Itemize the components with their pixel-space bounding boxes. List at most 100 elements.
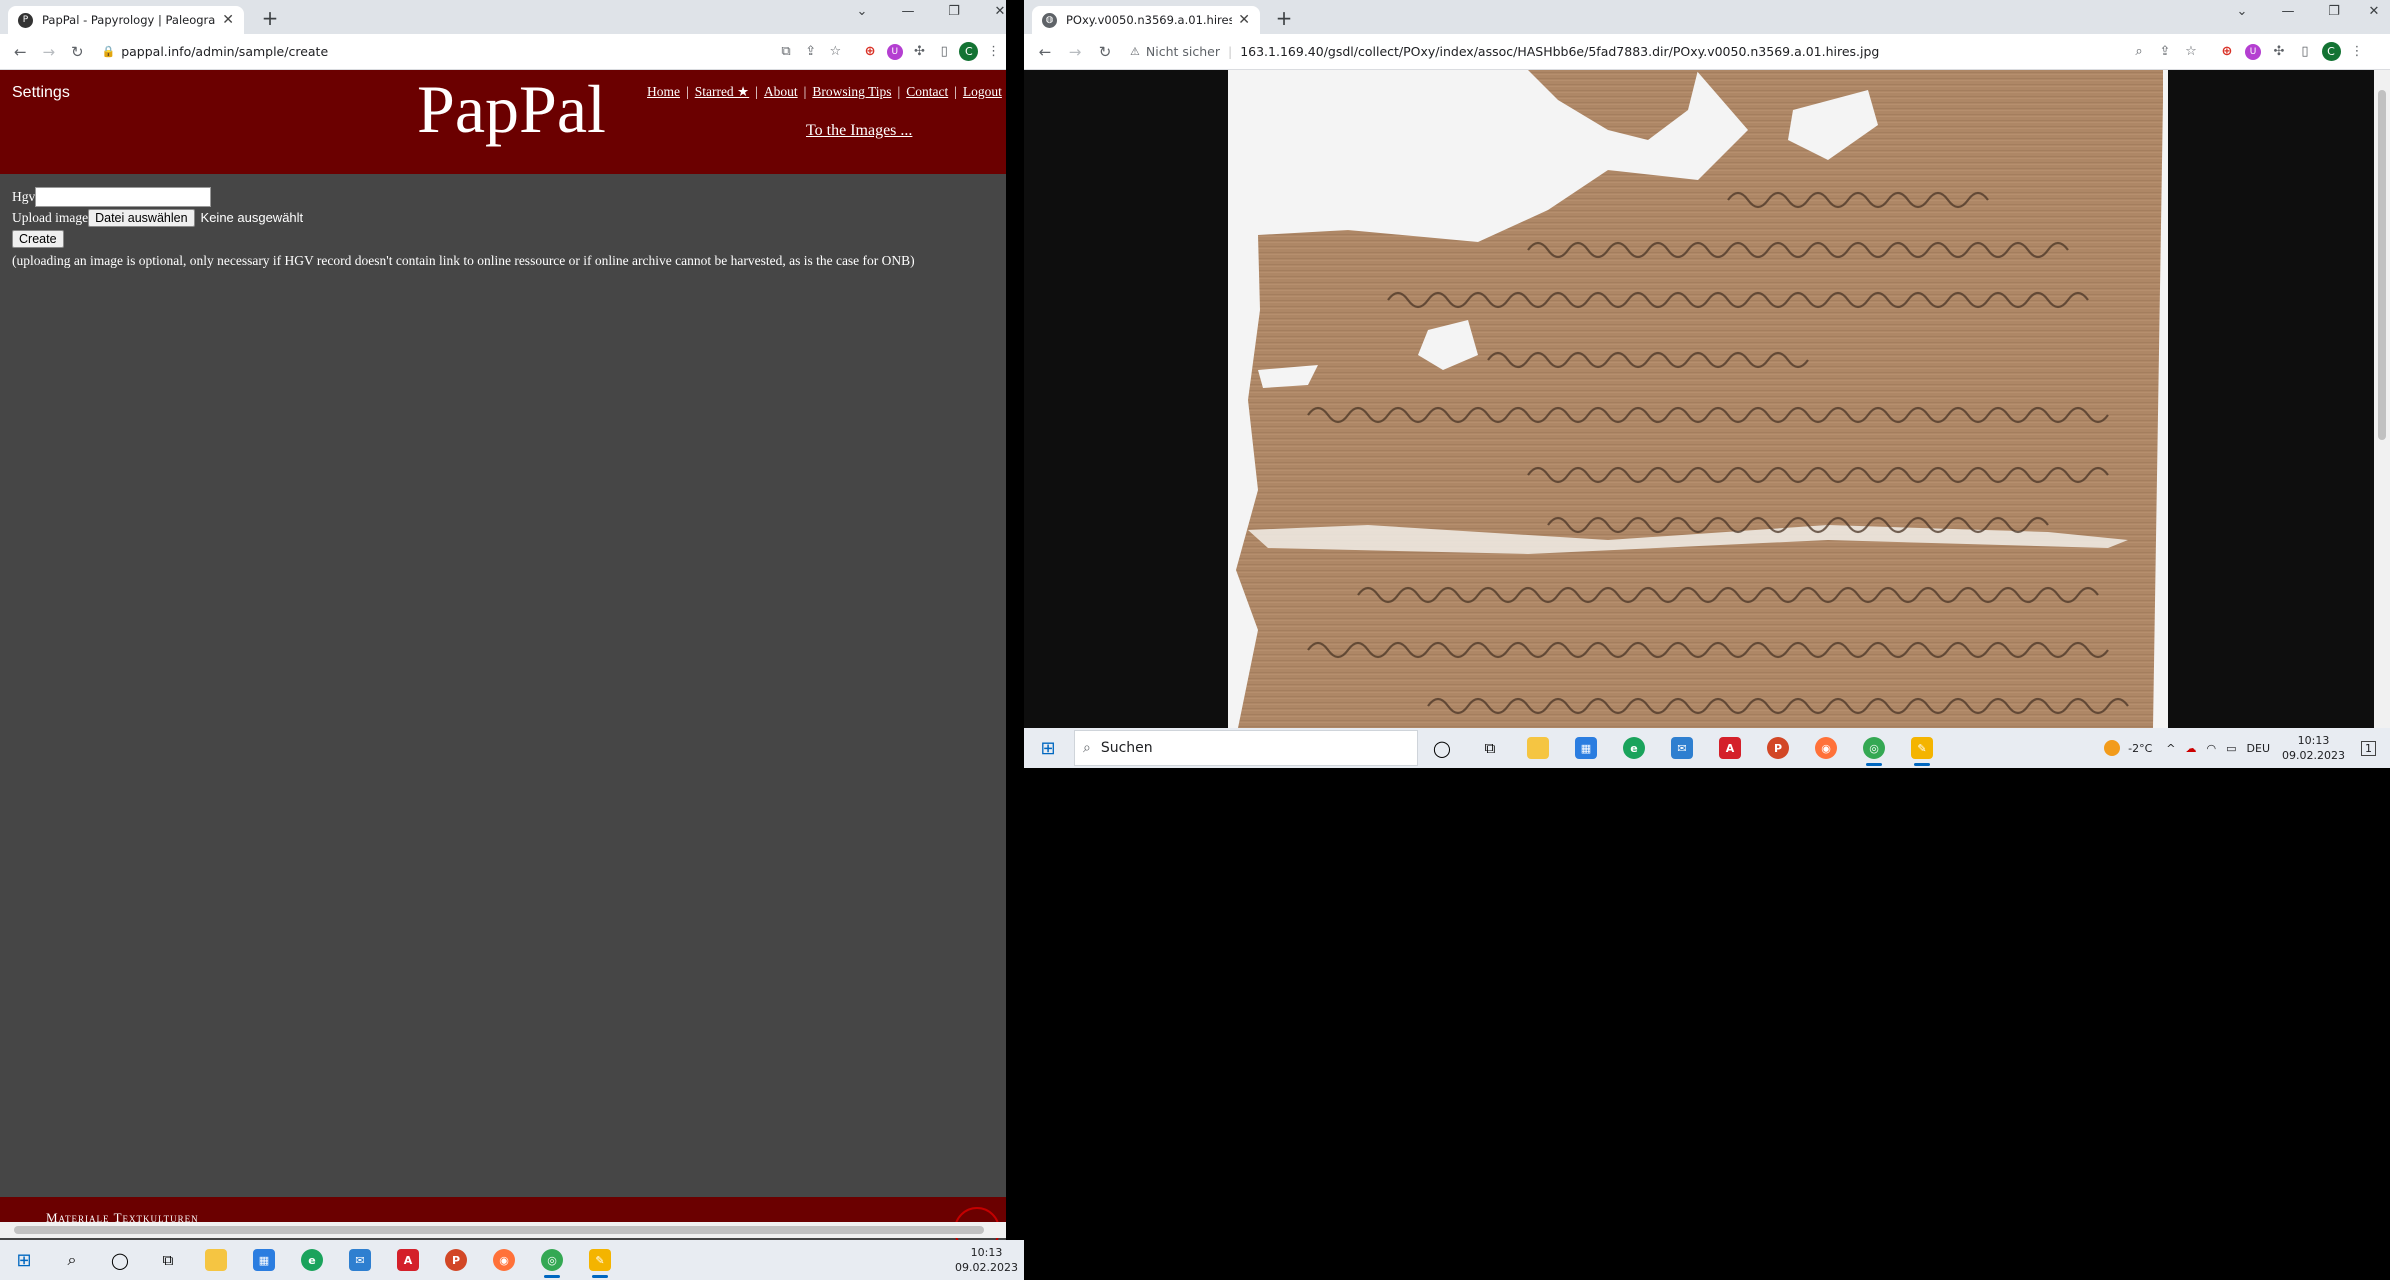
minimize-icon[interactable]: — <box>894 4 922 19</box>
edge-icon[interactable]: e <box>1610 728 1658 768</box>
edge-icon[interactable]: e <box>288 1240 336 1280</box>
tab-image[interactable]: ◍ POxy.v0050.n3569.a.01.hires.jpg ✕ <box>1032 6 1260 34</box>
new-tab-button[interactable]: + <box>258 6 282 30</box>
tab-pappal[interactable]: P PapPal - Papyrology | Paleography ✕ <box>8 6 244 34</box>
scrollbar-thumb[interactable] <box>2378 90 2386 440</box>
cortana-icon[interactable]: ◯ <box>96 1240 144 1280</box>
reload-icon[interactable]: ↻ <box>63 43 92 61</box>
menu-kebab-icon[interactable]: ⋮ <box>981 44 1006 59</box>
nav-home[interactable]: Home <box>647 84 680 99</box>
file-explorer-icon[interactable] <box>192 1240 240 1280</box>
task-view-icon[interactable]: ⧉ <box>1466 728 1514 768</box>
taskbar-clock[interactable]: 10:13 09.02.2023 <box>955 1245 1018 1275</box>
tab-title-right: POxy.v0050.n3569.a.01.hires.jpg <box>1066 13 1233 27</box>
tab-strip: P PapPal - Papyrology | Paleography ✕ + … <box>0 0 1006 34</box>
forward-icon[interactable]: → <box>35 43 64 61</box>
new-tab-button[interactable]: + <box>1272 6 1296 30</box>
profile-avatar[interactable]: C <box>957 42 982 61</box>
search-icon[interactable]: ⌕ <box>48 1240 96 1280</box>
firefox-icon[interactable]: ◉ <box>480 1240 528 1280</box>
side-panel-icon[interactable]: ▯ <box>2292 44 2318 59</box>
nav-starred[interactable]: Starred ★ <box>695 84 749 99</box>
hgv-input[interactable] <box>35 186 212 207</box>
security-label: Nicht sicher <box>1145 44 1220 59</box>
back-icon[interactable]: ← <box>6 43 35 61</box>
choose-file-button[interactable]: Datei auswählen <box>88 208 195 227</box>
file-status: Keine ausgewählt <box>200 210 304 225</box>
back-icon[interactable]: ← <box>1030 43 1060 61</box>
extension-red-icon[interactable]: ⊕ <box>858 44 883 59</box>
minimize-icon[interactable]: — <box>2274 4 2302 19</box>
extension-red-icon[interactable]: ⊕ <box>2214 44 2240 59</box>
store-icon[interactable]: ▦ <box>240 1240 288 1280</box>
powerpoint-icon[interactable]: P <box>432 1240 480 1280</box>
extension-purple-icon[interactable]: U <box>882 43 907 60</box>
notification-badge[interactable]: 1 <box>2361 740 2376 756</box>
zoom-icon[interactable]: ⌕ <box>2126 44 2152 59</box>
close-window-icon[interactable]: ✕ <box>986 4 1006 19</box>
mail-icon[interactable]: ✉ <box>1658 728 1706 768</box>
close-tab-icon[interactable]: ✕ <box>1238 12 1250 28</box>
sample-create-form: Hgv Upload image Datei auswählen Keine a… <box>12 186 915 269</box>
settings-link[interactable]: Settings <box>12 84 70 102</box>
clock-time: 10:13 <box>2297 734 2330 747</box>
side-panel-icon[interactable]: ▯ <box>932 44 957 59</box>
task-view-icon[interactable]: ⧉ <box>144 1240 192 1280</box>
language-indicator[interactable]: DEU <box>2247 742 2270 755</box>
start-button[interactable]: ⊞ <box>0 1240 48 1280</box>
nav-browsing-tips[interactable]: Browsing Tips <box>812 84 891 99</box>
tab-search-icon[interactable]: ⌄ <box>2228 4 2256 19</box>
taskbar-search[interactable]: ⌕ Suchen <box>1074 730 1418 766</box>
reload-icon[interactable]: ↻ <box>1090 43 1120 61</box>
tab-search-icon[interactable]: ⌄ <box>848 4 876 19</box>
bookmark-star-icon[interactable]: ☆ <box>2178 44 2204 59</box>
mail-icon[interactable]: ✉ <box>336 1240 384 1280</box>
horizontal-scrollbar[interactable] <box>0 1222 1006 1238</box>
acrobat-icon[interactable]: A <box>1706 728 1754 768</box>
chrome-icon[interactable]: ◎ <box>528 1240 576 1280</box>
url-text: 163.1.169.40/gsdl/collect/POxy/index/ass… <box>1240 44 1880 59</box>
nav-contact[interactable]: Contact <box>906 84 948 99</box>
powerpoint-icon[interactable]: P <box>1754 728 1802 768</box>
file-explorer-icon[interactable] <box>1514 728 1562 768</box>
extensions-puzzle-icon[interactable]: ✣ <box>907 44 932 59</box>
translate-icon[interactable]: ⧉ <box>774 44 799 59</box>
weather-widget[interactable]: -2°C <box>2104 740 2152 756</box>
cortana-icon[interactable]: ◯ <box>1418 728 1466 768</box>
store-icon[interactable]: ▦ <box>1562 728 1610 768</box>
start-button[interactable]: ⊞ <box>1024 728 1072 768</box>
wifi-icon[interactable]: ◠ <box>2207 742 2217 755</box>
firefox-icon[interactable]: ◉ <box>1802 728 1850 768</box>
notes-app-icon[interactable]: ✎ <box>1898 728 1946 768</box>
create-button[interactable]: Create <box>12 229 64 248</box>
profile-avatar[interactable]: C <box>2318 42 2344 61</box>
address-bar[interactable]: 🔒 pappal.info/admin/sample/create <box>92 38 662 66</box>
h-scrollbar-thumb[interactable] <box>14 1226 984 1234</box>
share-icon[interactable]: ⇪ <box>2152 44 2178 59</box>
extension-purple-icon[interactable]: U <box>2240 43 2266 60</box>
chrome-icon[interactable]: ◎ <box>1850 728 1898 768</box>
bookmark-star-icon[interactable]: ☆ <box>823 44 848 59</box>
restore-icon[interactable]: ❐ <box>940 4 968 19</box>
vertical-scrollbar-right[interactable] <box>2374 70 2390 728</box>
pappal-logo[interactable]: PapPal <box>417 70 606 149</box>
taskbar-right: ⊞ ⌕ Suchen ◯ ⧉ ▦ e ✉ A P ◉ ◎ ✎ -2°C ^ ☁ … <box>1024 728 2390 768</box>
restore-icon[interactable]: ❐ <box>2320 4 2348 19</box>
close-window-icon[interactable]: ✕ <box>2360 4 2388 19</box>
extensions-puzzle-icon[interactable]: ✣ <box>2266 44 2292 59</box>
papyrus-image[interactable] <box>1228 70 2168 728</box>
address-bar[interactable]: ⚠ Nicht sicher | 163.1.169.40/gsdl/colle… <box>1120 38 2050 66</box>
to-images-link[interactable]: To the Images ... <box>806 122 912 140</box>
menu-kebab-icon[interactable]: ⋮ <box>2344 44 2370 59</box>
battery-icon[interactable]: ▭ <box>2226 742 2236 755</box>
notes-app-icon[interactable]: ✎ <box>576 1240 624 1280</box>
taskbar-clock[interactable]: 10:13 09.02.2023 <box>2282 733 2345 763</box>
tray-chevron-icon[interactable]: ^ <box>2166 742 2175 755</box>
close-tab-icon[interactable]: ✕ <box>222 12 234 28</box>
nav-about[interactable]: About <box>764 84 798 99</box>
acrobat-icon[interactable]: A <box>384 1240 432 1280</box>
onedrive-icon[interactable]: ☁ <box>2186 742 2197 755</box>
share-icon[interactable]: ⇪ <box>798 44 823 59</box>
forward-icon[interactable]: → <box>1060 43 1090 61</box>
nav-logout[interactable]: Logout <box>963 84 1002 99</box>
